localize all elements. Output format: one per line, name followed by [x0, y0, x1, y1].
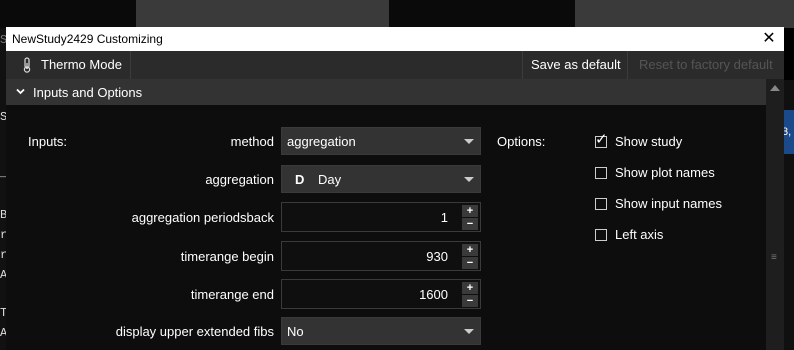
stepper-value: 1600: [419, 287, 448, 302]
option-label-show-plot-names: Show plot names: [615, 165, 715, 180]
aggregation-periodsback-stepper[interactable]: 1 + −: [281, 202, 481, 232]
inputs-options-section-header[interactable]: Inputs and Options: [6, 79, 766, 105]
save-as-default-button[interactable]: Save as default: [522, 51, 628, 79]
scroll-up-arrow-icon[interactable]: [770, 85, 780, 91]
options-header: Options:: [497, 134, 546, 149]
background-top-bar: [0, 0, 794, 28]
dialog-toolbar: Thermo Mode Save as default Reset to fac…: [6, 51, 784, 79]
section-label: Inputs and Options: [33, 85, 143, 100]
background-tab: [136, 0, 389, 28]
decrement-button[interactable]: −: [462, 218, 478, 230]
decrement-button[interactable]: −: [462, 257, 478, 269]
show-input-names-checkbox[interactable]: [595, 198, 607, 210]
stepper-value: 930: [426, 249, 448, 264]
scroll-grip-icon[interactable]: ≡: [771, 253, 777, 263]
inputs-options-panel: Inputs: method aggregation aggregation D…: [6, 105, 766, 350]
timerange-begin-stepper[interactable]: 930 + −: [281, 241, 481, 271]
show-plot-names-checkbox[interactable]: [595, 167, 607, 179]
reset-factory-default-button[interactable]: Reset to factory default: [631, 51, 784, 79]
decrement-button[interactable]: −: [462, 295, 478, 307]
save-as-default-label: Save as default: [531, 57, 621, 72]
thermometer-icon: [23, 57, 31, 73]
input-label-timerange-begin: timerange begin: [180, 249, 274, 264]
vertical-scrollbar[interactable]: ≡: [766, 79, 784, 350]
close-icon: ✕: [762, 30, 776, 47]
chevron-down-icon: [16, 88, 25, 95]
increment-button[interactable]: +: [462, 205, 478, 217]
input-label-timerange-end: timerange end: [190, 287, 274, 302]
background-tab: [575, 0, 794, 28]
dialog-titlebar[interactable]: NewStudy2429 Customizing ✕: [6, 27, 784, 51]
dropdown-value: No: [287, 324, 304, 339]
checkmark-icon: ✓: [595, 131, 608, 148]
left-axis-checkbox[interactable]: [595, 229, 607, 241]
method-dropdown[interactable]: aggregation: [281, 127, 481, 155]
dropdown-value: aggregation: [287, 134, 356, 149]
thermo-mode-label: Thermo Mode: [41, 57, 122, 72]
input-label-aggregation-periodsback: aggregation periodsback: [131, 210, 274, 225]
customizing-dialog: NewStudy2429 Customizing ✕ Thermo Mode S…: [6, 27, 784, 350]
reset-factory-default-label: Reset to factory default: [639, 57, 773, 72]
thermo-mode-button[interactable]: Thermo Mode: [6, 51, 131, 79]
close-button[interactable]: ✕: [754, 27, 784, 51]
display-upper-extended-fibs-dropdown[interactable]: No: [281, 317, 481, 345]
dropdown-arrow-icon: [464, 177, 474, 182]
dropdown-value: Day: [318, 172, 342, 187]
show-study-checkbox[interactable]: ✓: [595, 132, 608, 148]
dropdown-arrow-icon: [464, 329, 474, 334]
option-label-show-study: Show study: [615, 134, 683, 149]
input-label-display-upper-extended-fibs: display upper extended fibs: [115, 324, 274, 339]
increment-button[interactable]: +: [462, 282, 478, 294]
dialog-title: NewStudy2429 Customizing: [12, 32, 163, 46]
stepper-value: 1: [440, 210, 448, 225]
input-label-method: method: [230, 134, 274, 149]
input-label-aggregation: aggregation: [205, 172, 274, 187]
dropdown-arrow-icon: [464, 139, 474, 144]
option-label-show-input-names: Show input names: [615, 196, 722, 211]
timerange-end-stepper[interactable]: 1600 + −: [281, 279, 481, 309]
aggregation-badge: D: [295, 172, 305, 187]
option-label-left-axis: Left axis: [615, 227, 664, 242]
aggregation-dropdown[interactable]: D Day: [281, 165, 481, 193]
increment-button[interactable]: +: [462, 244, 478, 256]
